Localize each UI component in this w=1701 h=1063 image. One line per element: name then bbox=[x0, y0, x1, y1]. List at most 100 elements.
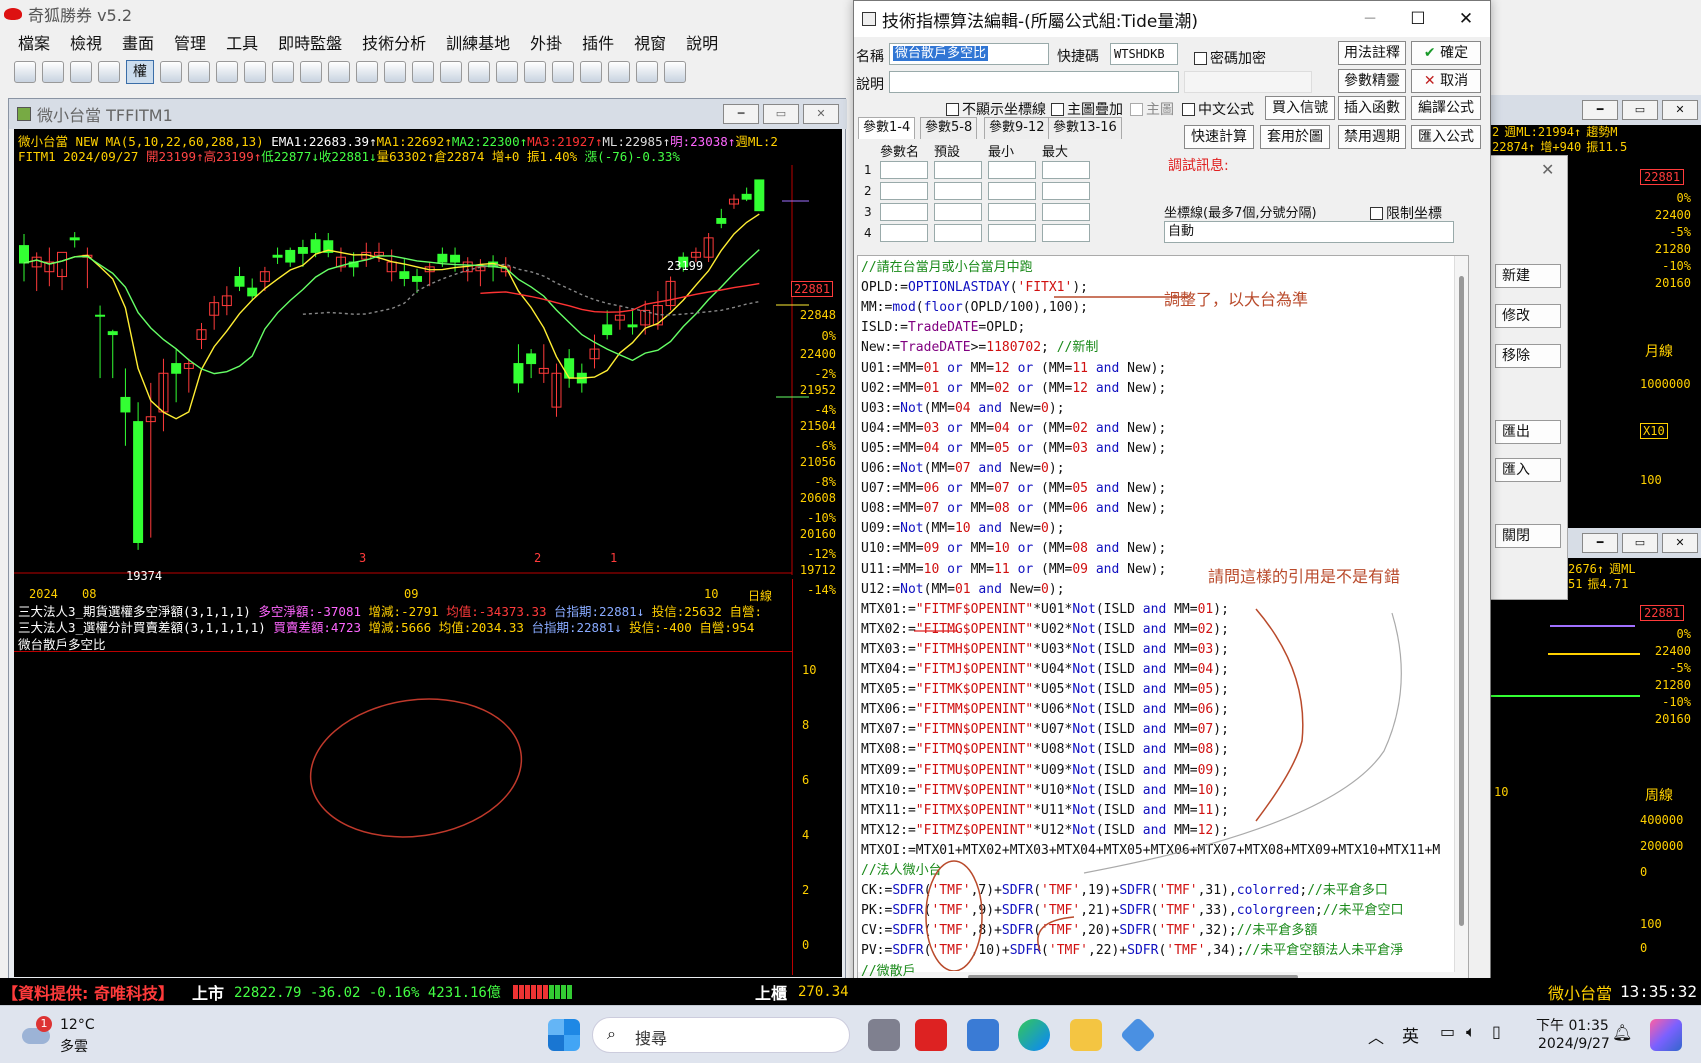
columns-icon[interactable] bbox=[440, 61, 462, 83]
quick-calc-button[interactable]: 快速計算 bbox=[1184, 125, 1254, 149]
screen-icon[interactable] bbox=[524, 61, 546, 83]
menu-item-5[interactable]: 即時監盤 bbox=[278, 30, 342, 54]
menu-item-6[interactable]: 技術分析 bbox=[362, 30, 426, 54]
monitor-icon[interactable] bbox=[300, 61, 322, 83]
import-formula-button[interactable]: 匯入公式 bbox=[1411, 125, 1481, 149]
chart-maximize-button[interactable]: ▭ bbox=[763, 104, 799, 124]
param-cell[interactable] bbox=[988, 224, 1036, 242]
chart-close-button[interactable]: ✕ bbox=[803, 104, 839, 124]
volume-icon[interactable]: 🔈︎ bbox=[1466, 1022, 1476, 1042]
bg2-close-button[interactable]: ✕ bbox=[1662, 533, 1698, 553]
param-cell[interactable] bbox=[880, 182, 928, 200]
list-icon[interactable] bbox=[216, 61, 238, 83]
popup-button-3[interactable]: 匯出 bbox=[1495, 420, 1561, 444]
indent-icon[interactable] bbox=[636, 61, 658, 83]
copilot-icon[interactable] bbox=[1650, 1019, 1682, 1051]
param-cell[interactable] bbox=[1042, 161, 1090, 179]
money-icon[interactable] bbox=[328, 61, 350, 83]
chinese-formula-checkbox[interactable]: 中文公式 bbox=[1182, 99, 1254, 119]
menu-item-3[interactable]: 管理 bbox=[174, 30, 206, 54]
buy-signal-button[interactable]: 買入信號 bbox=[1265, 96, 1335, 120]
axis-lines-field[interactable]: 自動 bbox=[1164, 221, 1454, 243]
clock-time[interactable]: 下午 01:35 bbox=[1536, 1015, 1609, 1035]
password-checkbox-box[interactable] bbox=[1194, 51, 1207, 65]
chart-icon[interactable] bbox=[160, 61, 182, 83]
start-icon[interactable] bbox=[548, 1019, 580, 1051]
tab-params-1[interactable]: 參數1-4 bbox=[858, 117, 916, 139]
param-cell[interactable] bbox=[988, 161, 1036, 179]
chart-minimize-button[interactable]: ━ bbox=[723, 104, 759, 124]
line-chart-icon[interactable] bbox=[468, 61, 490, 83]
disable-period-button[interactable]: 禁用週期 bbox=[1338, 125, 1406, 149]
edge-icon[interactable] bbox=[1018, 1019, 1050, 1051]
param-cell[interactable] bbox=[1042, 224, 1090, 242]
pen-icon[interactable] bbox=[608, 61, 630, 83]
param-cell[interactable] bbox=[934, 224, 982, 242]
battery-icon[interactable]: ▯ bbox=[1492, 1022, 1501, 1041]
menu-item-9[interactable]: 插件 bbox=[582, 30, 614, 54]
param-tune-button[interactable]: 參數精靈 bbox=[1338, 69, 1406, 93]
network-icon[interactable]: ▭ bbox=[1440, 1022, 1455, 1041]
folder-icon[interactable] bbox=[1070, 1019, 1102, 1051]
open-icon[interactable] bbox=[14, 61, 36, 83]
hide-axis-checkbox-box[interactable] bbox=[946, 102, 959, 116]
cancel-button[interactable]: ✕ 取消 bbox=[1411, 69, 1481, 93]
overlay-checkbox[interactable]: 主圖疊加 bbox=[1051, 99, 1123, 119]
main-chart-checkbox-box[interactable] bbox=[1130, 102, 1143, 116]
compile-button[interactable]: 編譯公式 bbox=[1411, 96, 1481, 120]
menu-item-2[interactable]: 畫面 bbox=[122, 30, 154, 54]
usage-button[interactable]: 用法註釋 bbox=[1338, 41, 1406, 65]
dialog-maximize-button[interactable]: ☐ bbox=[1394, 9, 1442, 29]
param-cell[interactable] bbox=[934, 182, 982, 200]
app-taskbar-icon[interactable] bbox=[915, 1019, 947, 1051]
popup-button-5[interactable]: 關閉 bbox=[1495, 524, 1561, 548]
menu-item-4[interactable]: 工具 bbox=[226, 30, 258, 54]
param-cell[interactable] bbox=[1042, 182, 1090, 200]
hide-axis-checkbox[interactable]: 不顯示坐標線 bbox=[946, 99, 1046, 119]
chart-area[interactable]: 微小台當 NEW MA(5,10,22,60,288,13) EMA1:2268… bbox=[14, 129, 842, 977]
description-extra-field[interactable] bbox=[1184, 71, 1312, 93]
draw-icon[interactable] bbox=[580, 61, 602, 83]
tab-params-4[interactable]: 參數13-16 bbox=[1048, 117, 1122, 139]
ok-button[interactable]: ✔ 確定 bbox=[1411, 41, 1481, 65]
insert-function-button[interactable]: 插入函數 bbox=[1338, 96, 1406, 120]
shortcut-field[interactable]: WTSHDKB bbox=[1110, 43, 1178, 65]
trend-icon[interactable] bbox=[496, 61, 518, 83]
param-cell[interactable] bbox=[880, 203, 928, 221]
menu-item-7[interactable]: 訓練基地 bbox=[446, 30, 510, 54]
bg-minimize-button[interactable]: ━ bbox=[1582, 100, 1618, 120]
password-checkbox[interactable]: 密碼加密 bbox=[1194, 48, 1266, 68]
tab-params-2[interactable]: 參數5-8 bbox=[920, 117, 978, 139]
menu-item-0[interactable]: 檔案 bbox=[18, 30, 50, 54]
toolbar-mode-select[interactable]: 權 bbox=[126, 60, 154, 84]
print-icon[interactable] bbox=[552, 61, 574, 83]
bg-maximize-button[interactable]: ▭ bbox=[1622, 100, 1658, 120]
window-icon[interactable] bbox=[98, 61, 120, 83]
crosshair-icon[interactable] bbox=[70, 61, 92, 83]
layout-icon[interactable] bbox=[42, 61, 64, 83]
param-cell[interactable] bbox=[988, 182, 1036, 200]
tray-chevron-icon[interactable]: ︿ bbox=[1368, 1024, 1384, 1048]
param-cell[interactable] bbox=[988, 203, 1036, 221]
apply-to-chart-button[interactable]: 套用於圖 bbox=[1260, 125, 1330, 149]
notification-bell-icon[interactable]: 🔔︎ bbox=[1612, 1023, 1632, 1042]
ime-indicator[interactable]: 英 bbox=[1402, 1022, 1419, 1047]
menu-item-1[interactable]: 檢視 bbox=[70, 30, 102, 54]
clock-date[interactable]: 2024/9/27 bbox=[1538, 1036, 1610, 1052]
grid-icon[interactable] bbox=[188, 61, 210, 83]
candlestick-chart[interactable] bbox=[14, 165, 842, 575]
popup-close-icon[interactable]: ✕ bbox=[1541, 160, 1554, 179]
bg2-minimize-button[interactable]: ━ bbox=[1582, 533, 1618, 553]
popup-button-4[interactable]: 匯入 bbox=[1495, 458, 1561, 482]
param-cell[interactable] bbox=[880, 161, 928, 179]
param-cell[interactable] bbox=[934, 161, 982, 179]
bg2-maximize-button[interactable]: ▭ bbox=[1622, 533, 1658, 553]
tab-params-3[interactable]: 參數9-12 bbox=[984, 117, 1050, 139]
copy-icon[interactable] bbox=[244, 61, 266, 83]
chinese-formula-checkbox-box[interactable] bbox=[1182, 102, 1195, 116]
popup-button-0[interactable]: 新建 bbox=[1495, 264, 1561, 288]
param-cell[interactable] bbox=[934, 203, 982, 221]
limit-axis-checkbox-box[interactable] bbox=[1370, 206, 1383, 220]
store-icon[interactable] bbox=[967, 1019, 999, 1051]
menu-item-10[interactable]: 視窗 bbox=[634, 30, 666, 54]
